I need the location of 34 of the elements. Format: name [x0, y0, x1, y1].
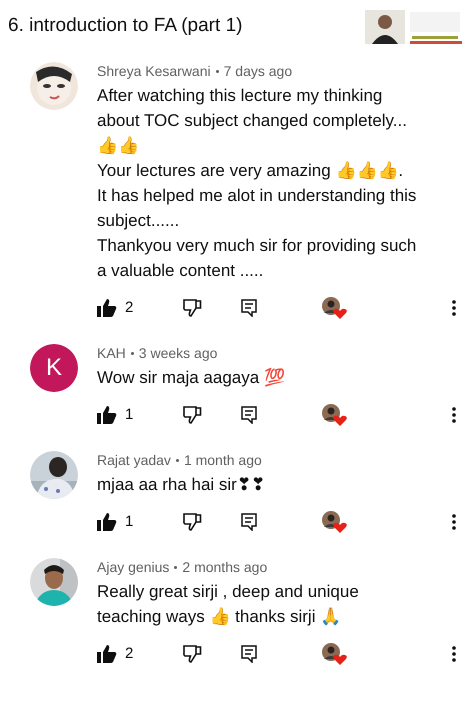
avatar[interactable]: K: [30, 344, 78, 392]
author-name[interactable]: Rajat yadav: [97, 451, 171, 469]
author-name[interactable]: KAH: [97, 344, 126, 362]
more-options-icon[interactable]: [452, 514, 456, 530]
comment-text: mjaa aa rha hai sir❣❣: [97, 474, 266, 496]
comment-time: 1 month ago: [184, 451, 262, 469]
more-options-icon[interactable]: [452, 407, 456, 423]
reply-icon[interactable]: [241, 513, 257, 531]
comment-text: After watching this lecture my thinking about TOC subject changed completely... 👍👍 Your lectures are very amazing 👍👍👍. It has helped me alot in understanding this subject...... Thankyou very much sir for providing such a valuable content .....: [97, 85, 418, 282]
dislike-icon[interactable]: [183, 645, 202, 663]
dislike-icon[interactable]: [183, 299, 202, 317]
comment-time: 3 weeks ago: [138, 344, 218, 362]
video-title: 6. introduction to FA (part 1): [8, 14, 242, 38]
like-count: 1: [125, 512, 134, 532]
like-count: 2: [125, 298, 134, 318]
more-options-icon[interactable]: [452, 300, 456, 316]
author-name[interactable]: Ajay genius: [97, 558, 170, 576]
author-name[interactable]: Shreya Kesarwani: [97, 62, 211, 80]
comment-time: 7 days ago: [224, 62, 292, 80]
dislike-icon[interactable]: [183, 406, 202, 424]
like-count: 2: [125, 644, 134, 664]
reply-icon[interactable]: [241, 299, 257, 317]
comment-text: Really great sirji , deep and unique teaching ways 👍 thanks sirji 🙏: [97, 581, 360, 628]
reply-icon[interactable]: [241, 406, 257, 424]
more-options-icon[interactable]: [452, 646, 456, 662]
like-icon[interactable]: [97, 645, 117, 663]
like-icon[interactable]: [97, 299, 117, 317]
like-icon[interactable]: [97, 513, 117, 531]
dislike-icon[interactable]: [183, 513, 202, 531]
comment-text: Wow sir maja aagaya 💯: [97, 366, 286, 389]
like-icon[interactable]: [97, 406, 117, 424]
reply-icon[interactable]: [241, 645, 257, 663]
comment-time: 2 months ago: [182, 558, 268, 576]
like-count: 1: [125, 404, 134, 425]
